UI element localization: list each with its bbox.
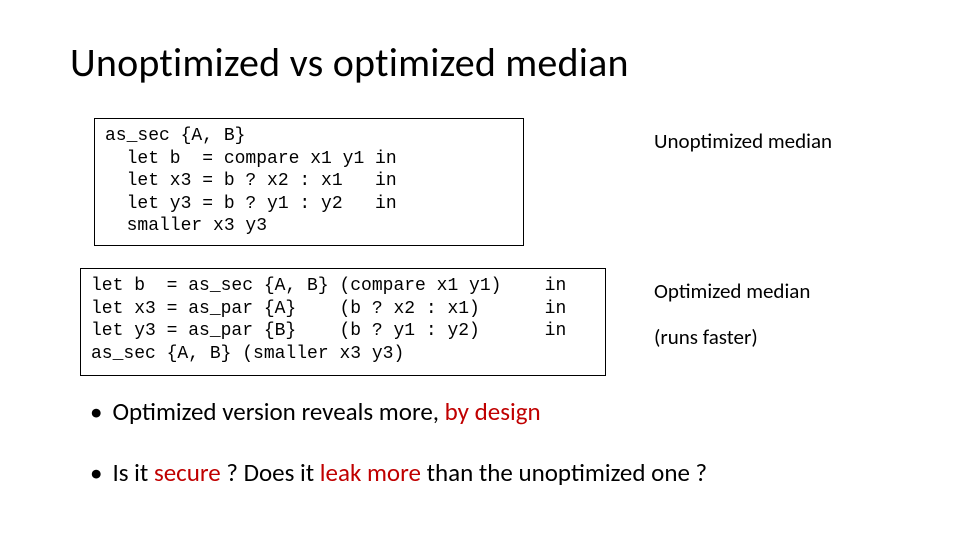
label-optimized: Optimized median bbox=[654, 278, 810, 304]
slide-title: Unoptimized vs optimized median bbox=[70, 38, 629, 87]
label-unoptimized: Unoptimized median bbox=[654, 128, 832, 154]
bullet-item-1: • Optimized version reveals more, by des… bbox=[90, 396, 890, 427]
bullet-dot-icon: • bbox=[90, 457, 102, 488]
label-runs-faster: (runs faster) bbox=[654, 324, 758, 350]
bullet-2-highlight-1: secure bbox=[154, 457, 221, 488]
code-block-unoptimized: as_sec {A, B} let b = compare x1 y1 in l… bbox=[94, 118, 524, 246]
bullet-text: Optimized version reveals more, by desig… bbox=[112, 396, 540, 427]
bullet-item-2: • Is it secure ? Does it leak more than … bbox=[90, 457, 890, 488]
bullet-2-mid: ? Does it bbox=[221, 457, 320, 488]
bullet-2-pre: Is it bbox=[112, 457, 154, 488]
bullet-1-pre: Optimized version reveals more, bbox=[112, 396, 444, 427]
bullet-dot-icon: • bbox=[90, 396, 102, 427]
bullet-2-post: than the unoptimized one ? bbox=[421, 457, 707, 488]
code-block-optimized: let b = as_sec {A, B} (compare x1 y1) in… bbox=[80, 268, 606, 376]
slide: Unoptimized vs optimized median as_sec {… bbox=[0, 0, 960, 540]
bullet-1-highlight: by design bbox=[445, 396, 541, 427]
bullet-list: • Optimized version reveals more, by des… bbox=[90, 396, 890, 519]
bullet-text: Is it secure ? Does it leak more than th… bbox=[112, 457, 707, 488]
bullet-2-highlight-2: leak more bbox=[320, 457, 421, 488]
